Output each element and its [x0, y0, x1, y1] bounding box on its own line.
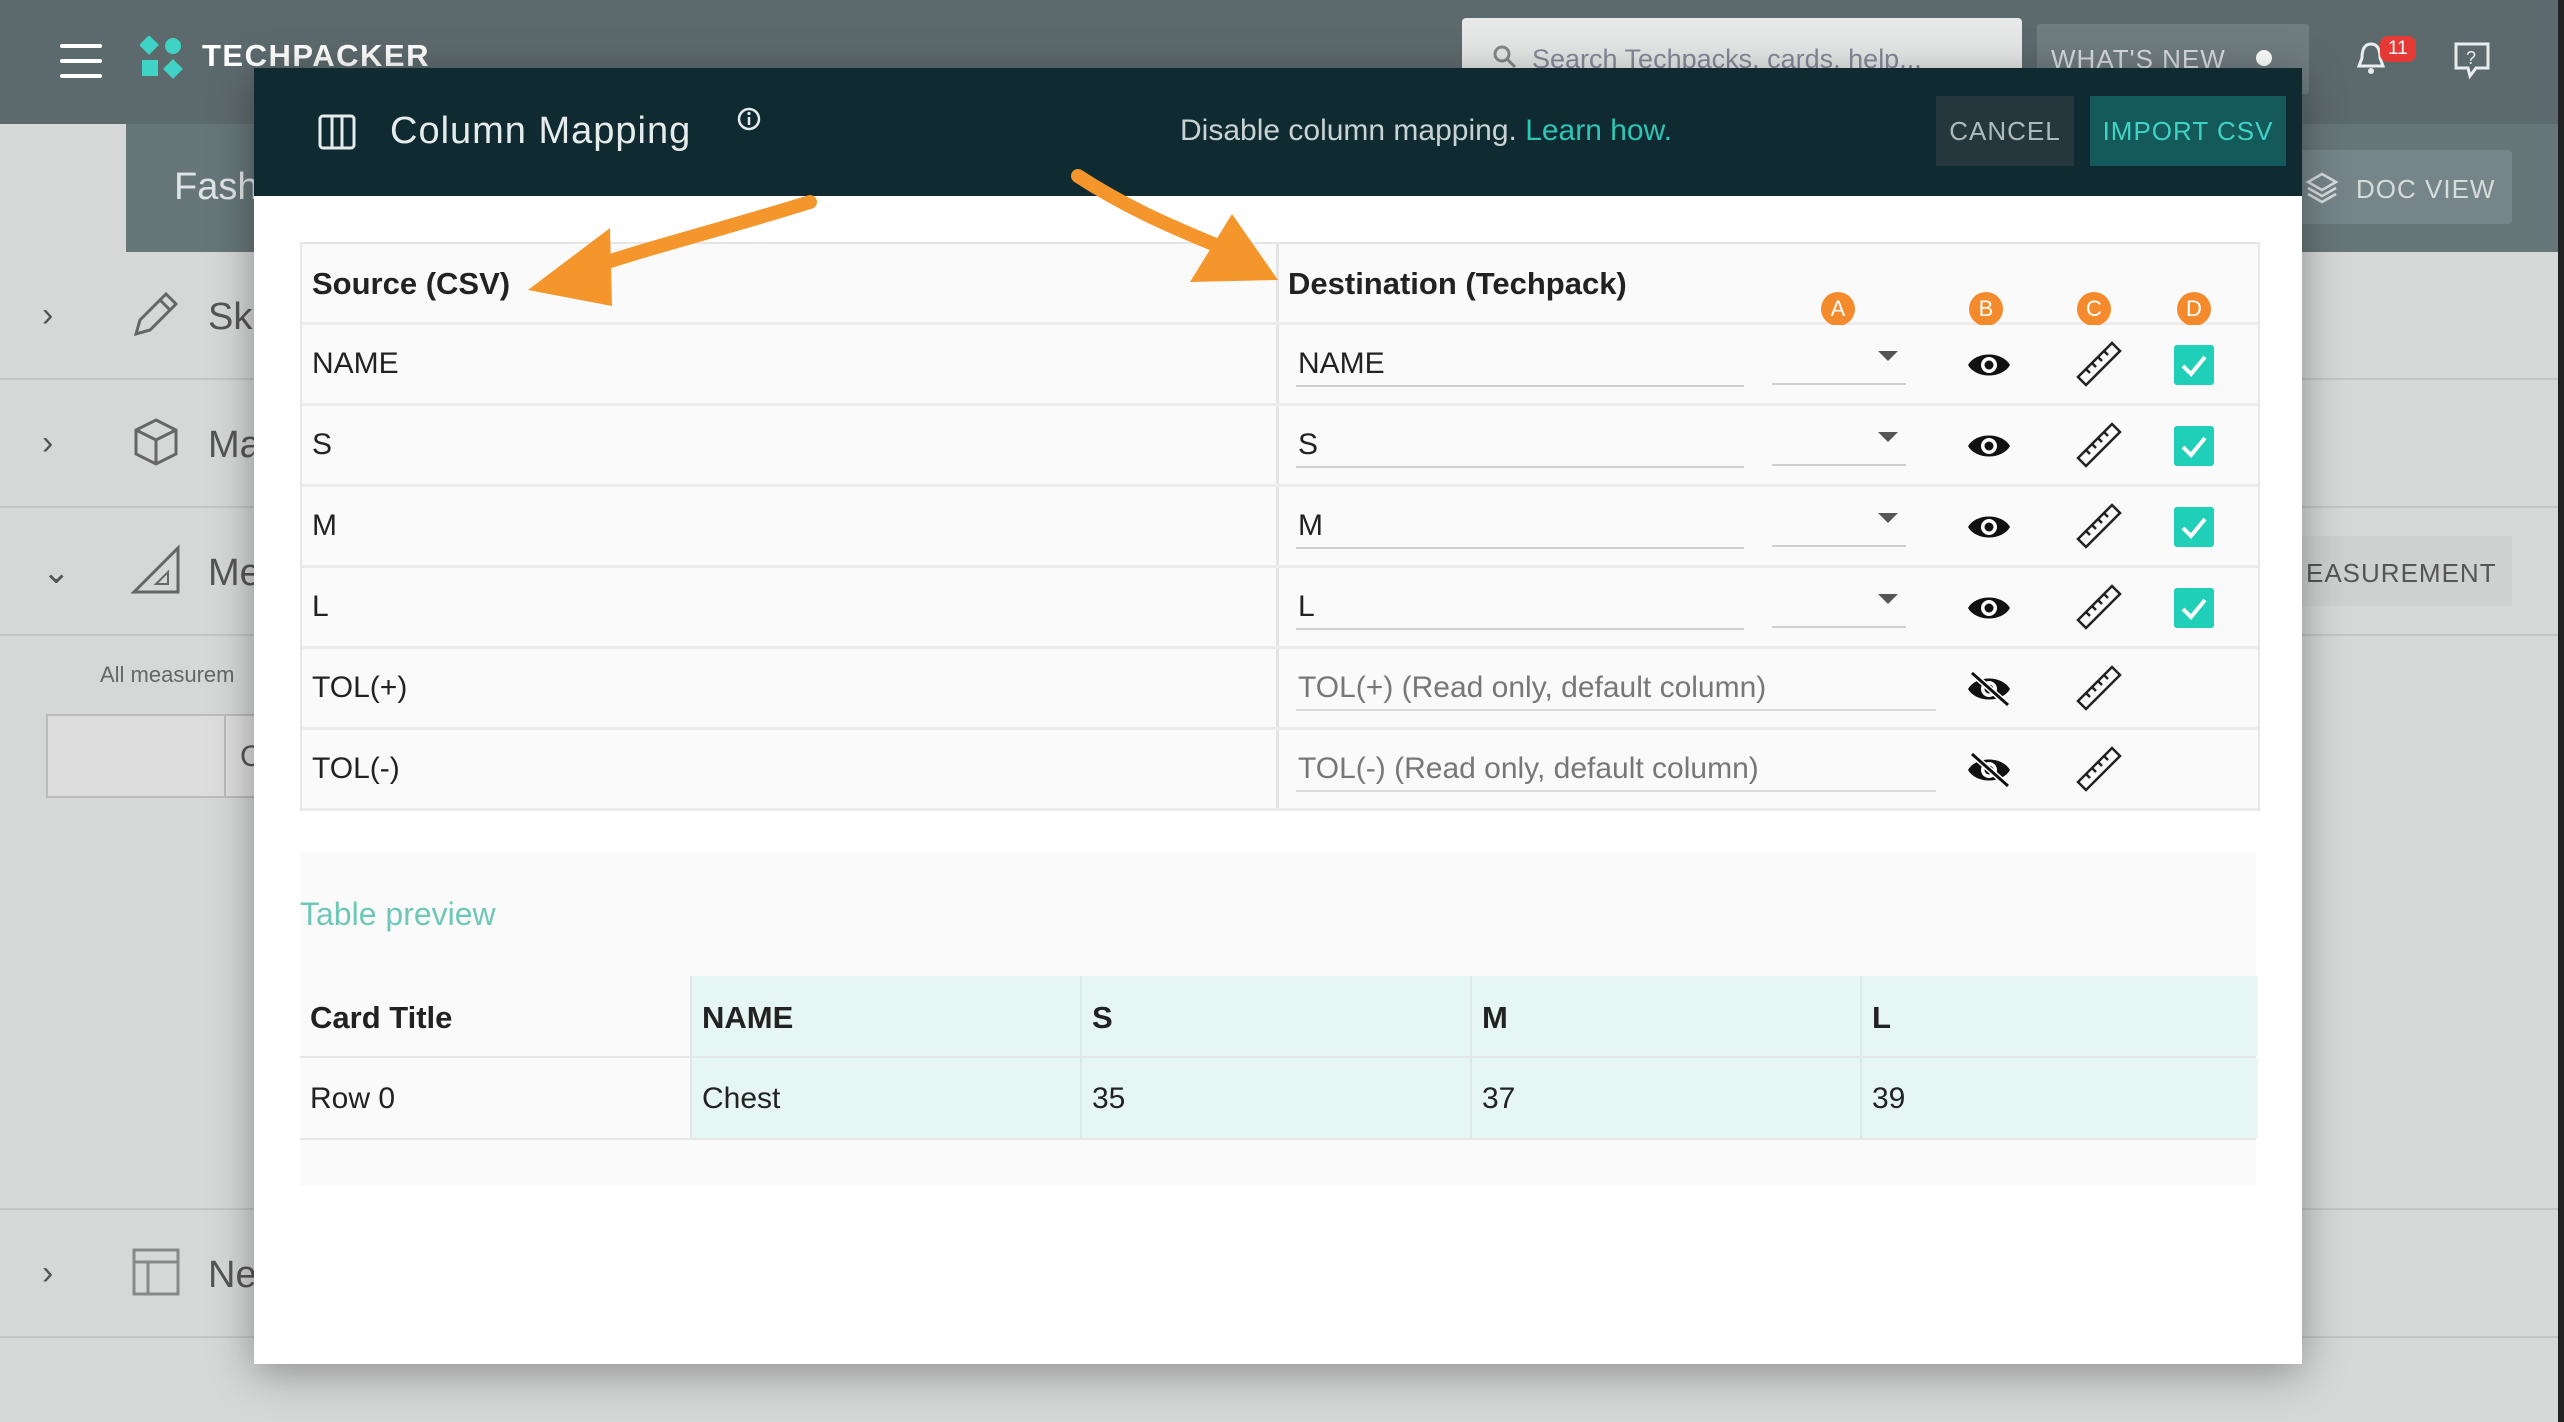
arrow-to-source-icon [528, 195, 817, 306]
annotation-arrows [528, 169, 1278, 306]
arrow-to-destination-icon [1071, 169, 1278, 282]
